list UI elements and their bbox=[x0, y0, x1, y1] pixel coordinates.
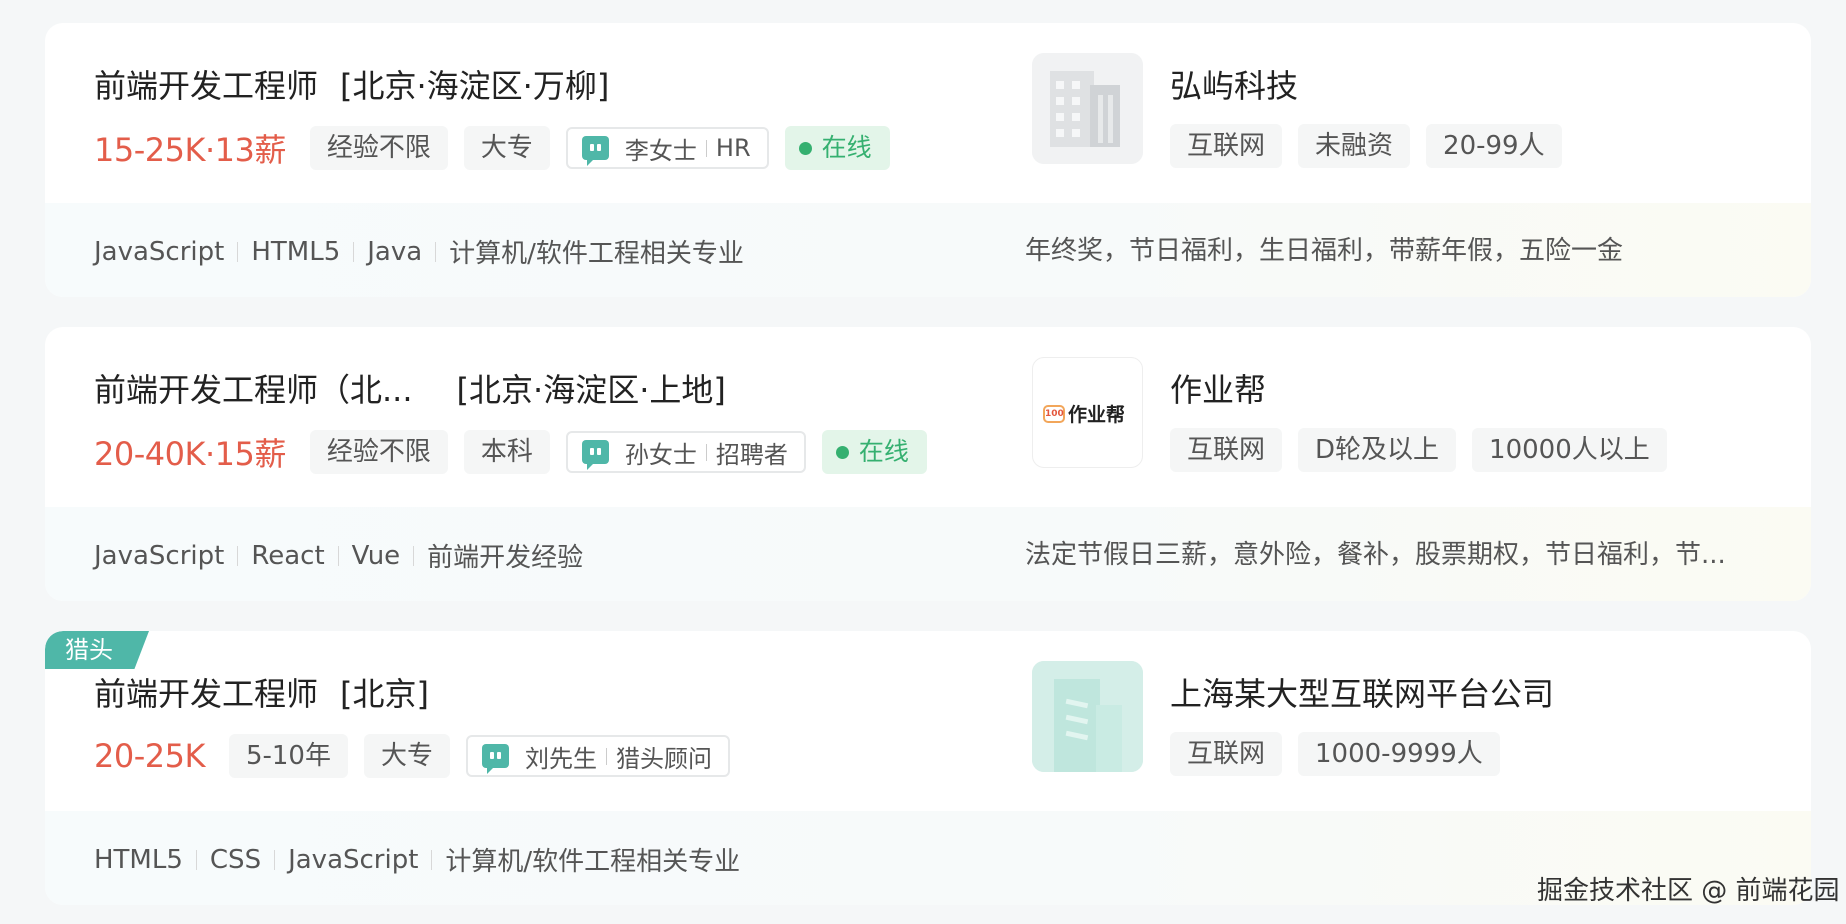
divider bbox=[413, 545, 415, 566]
skill-tag: React bbox=[251, 540, 325, 571]
building-icon bbox=[1032, 661, 1143, 772]
job-title[interactable]: 前端开发工程师 [北京·海淀区·万柳] bbox=[94, 61, 609, 107]
recruiter-chat-button[interactable]: 李女士 HR bbox=[565, 127, 769, 169]
divider bbox=[274, 849, 276, 870]
skill-tag: JavaScript bbox=[288, 844, 419, 875]
skill-tag: 计算机/软件工程相关专业 bbox=[449, 239, 744, 269]
company-logo[interactable] bbox=[1032, 661, 1143, 772]
industry-tag: 互联网 bbox=[1170, 428, 1283, 472]
company-name[interactable]: 作业帮 bbox=[1170, 365, 1266, 411]
skill-tag: CSS bbox=[209, 844, 262, 875]
skill-tag: JavaScript bbox=[94, 540, 225, 571]
salary: 15-25K·13薪 bbox=[94, 131, 286, 169]
headhunter-badge: 猎头 bbox=[45, 631, 149, 669]
recruiter-chat-button[interactable]: 刘先生 猎头顾问 bbox=[466, 735, 730, 777]
recruiter-name: 李女士 bbox=[624, 136, 697, 165]
skill-tag: HTML5 bbox=[94, 844, 183, 875]
job-card-header: 前端开发工程师 [北京·海淀区·万柳] 15-25K·13薪 经验不限 大专 李女… bbox=[45, 23, 1811, 203]
experience-tag: 5-10年 bbox=[228, 734, 348, 778]
job-card[interactable]: 前端开发工程师（北... [北京·海淀区·上地] 20-40K·15薪 经验不限 … bbox=[45, 327, 1811, 601]
job-card[interactable]: 前端开发工程师 [北京·海淀区·万柳] 15-25K·13薪 经验不限 大专 李女… bbox=[45, 23, 1811, 297]
recruiter-role: 招聘者 bbox=[715, 440, 788, 469]
job-title-text: 前端开发工程师 bbox=[94, 67, 319, 105]
divider bbox=[431, 849, 433, 870]
education-tag: 大专 bbox=[363, 734, 450, 778]
skill-tag: Java bbox=[367, 236, 423, 267]
divider bbox=[353, 241, 355, 262]
salary: 20-25K bbox=[94, 737, 205, 775]
job-title-text: 前端开发工程师（北... bbox=[94, 371, 413, 409]
skill-tag: Vue bbox=[351, 540, 401, 571]
divider bbox=[337, 545, 339, 566]
chat-icon bbox=[581, 136, 609, 166]
job-info-row: 20-25K 5-10年 大专 刘先生 猎头顾问 bbox=[94, 734, 746, 778]
chat-icon bbox=[482, 744, 509, 774]
watermark: 掘金技术社区 @ 前端花园 bbox=[1537, 876, 1840, 906]
job-card[interactable]: 前端开发工程师 [北京] 20-25K 5-10年 大专 刘先生 猎头顾问 上海… bbox=[45, 631, 1811, 905]
recruiter-role: HR bbox=[715, 134, 751, 162]
divider bbox=[435, 241, 437, 262]
funding-tag: 未融资 bbox=[1298, 124, 1411, 168]
divider bbox=[606, 747, 607, 765]
logo-text: 作业帮 bbox=[1068, 404, 1126, 426]
company-logo[interactable]: 100 作业帮 bbox=[1032, 357, 1143, 468]
job-list-page: 前端开发工程师 [北京·海淀区·万柳] 15-25K·13薪 经验不限 大专 李女… bbox=[0, 0, 1846, 924]
job-location: [北京] bbox=[340, 675, 429, 713]
company-tags: 互联网 1000-9999人 bbox=[1170, 732, 1516, 776]
recruiter-role: 猎头顾问 bbox=[616, 744, 712, 773]
skill-list: HTML5 CSS JavaScript 计算机/软件工程相关专业 bbox=[94, 841, 740, 878]
size-tag: 20-99人 bbox=[1426, 124, 1562, 168]
divider bbox=[237, 545, 239, 566]
funding-tag: D轮及以上 bbox=[1298, 428, 1457, 472]
experience-tag: 经验不限 bbox=[309, 430, 448, 474]
job-card-header: 前端开发工程师（北... [北京·海淀区·上地] 20-40K·15薪 经验不限 … bbox=[45, 327, 1811, 507]
recruiter-name: 孙女士 bbox=[624, 440, 697, 469]
online-status-badge: 在线 bbox=[784, 126, 890, 170]
education-tag: 大专 bbox=[463, 126, 550, 170]
company-tags: 互联网 D轮及以上 10000人以上 bbox=[1170, 428, 1683, 472]
divider bbox=[705, 443, 707, 461]
benefits-text: 法定节假日三薪，意外险，餐补，股票期权，节日福利，节... bbox=[1025, 540, 1726, 570]
skill-tag: HTML5 bbox=[251, 236, 341, 267]
skill-list: JavaScript HTML5 Java 计算机/软件工程相关专业 bbox=[94, 233, 744, 270]
skill-tag: JavaScript bbox=[94, 236, 225, 267]
zuoyebang-logo: 100 作业帮 bbox=[1043, 400, 1125, 427]
job-location: [北京·海淀区·上地] bbox=[456, 371, 726, 409]
industry-tag: 互联网 bbox=[1170, 124, 1283, 168]
size-tag: 10000人以上 bbox=[1472, 428, 1667, 472]
job-title[interactable]: 前端开发工程师（北... [北京·海淀区·上地] bbox=[94, 365, 726, 411]
salary: 20-40K·15薪 bbox=[94, 435, 286, 473]
company-logo[interactable] bbox=[1032, 53, 1143, 164]
recruiter-chat-button[interactable]: 孙女士 招聘者 bbox=[565, 431, 806, 473]
company-name[interactable]: 弘屿科技 bbox=[1170, 61, 1298, 107]
job-title[interactable]: 前端开发工程师 [北京] bbox=[94, 669, 429, 715]
divider bbox=[195, 849, 197, 870]
online-label: 在线 bbox=[858, 437, 909, 466]
education-tag: 本科 bbox=[463, 430, 550, 474]
online-dot-icon bbox=[835, 445, 849, 459]
company-tags: 互联网 未融资 20-99人 bbox=[1170, 124, 1578, 168]
recruiter-name: 刘先生 bbox=[525, 744, 597, 773]
chat-icon bbox=[581, 440, 609, 470]
online-status-badge: 在线 bbox=[821, 430, 927, 474]
skill-list: JavaScript React Vue 前端开发经验 bbox=[94, 537, 583, 574]
company-name[interactable]: 上海某大型互联网平台公司 bbox=[1170, 669, 1554, 715]
building-icon bbox=[1032, 53, 1143, 164]
job-location: [北京·海淀区·万柳] bbox=[340, 67, 610, 105]
industry-tag: 互联网 bbox=[1170, 732, 1283, 776]
divider bbox=[705, 139, 707, 157]
experience-tag: 经验不限 bbox=[309, 126, 448, 170]
skill-tag: 前端开发经验 bbox=[427, 543, 584, 573]
job-info-row: 15-25K·13薪 经验不限 大专 李女士 HR 在线 bbox=[94, 126, 890, 170]
job-card-header: 前端开发工程师 [北京] 20-25K 5-10年 大专 刘先生 猎头顾问 上海… bbox=[45, 631, 1811, 811]
online-label: 在线 bbox=[821, 133, 872, 162]
online-dot-icon bbox=[798, 141, 812, 155]
divider bbox=[237, 241, 239, 262]
benefits-text: 年终奖，节日福利，生日福利，带薪年假，五险一金 bbox=[1025, 236, 1624, 266]
size-tag: 1000-9999人 bbox=[1298, 732, 1500, 776]
job-title-text: 前端开发工程师 bbox=[94, 675, 319, 713]
skill-tag: 计算机/软件工程相关专业 bbox=[445, 847, 741, 877]
job-info-row: 20-40K·15薪 经验不限 本科 孙女士 招聘者 在线 bbox=[94, 430, 927, 474]
logo-badge: 100 bbox=[1043, 404, 1065, 423]
